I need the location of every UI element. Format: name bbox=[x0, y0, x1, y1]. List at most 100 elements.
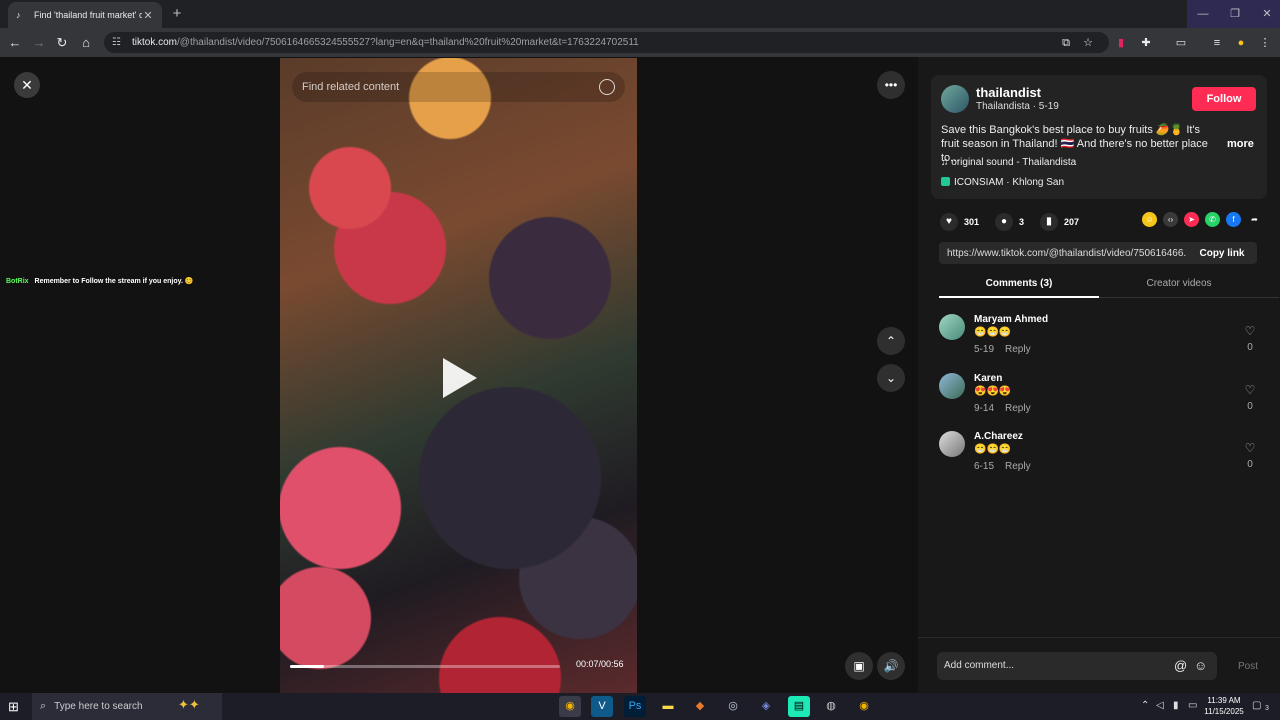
forward-button[interactable]: → bbox=[29, 33, 49, 53]
tab-comments[interactable]: Comments (3) bbox=[939, 278, 1099, 289]
video-player[interactable]: Find related content 00:07/00:56 bbox=[280, 58, 637, 693]
author-username[interactable]: thailandist bbox=[976, 85, 1041, 100]
overlay-brand: BotRix bbox=[6, 278, 29, 285]
search-icon: ⌕ bbox=[40, 700, 47, 712]
comment-date: 6-15 bbox=[974, 461, 995, 472]
discord-taskbar-icon[interactable]: ◈ bbox=[755, 696, 777, 717]
sound-link[interactable]: ♫ original sound - Thailandista bbox=[941, 157, 1076, 168]
comment-like-count: 0 bbox=[1247, 342, 1253, 353]
embed-icon[interactable]: ‹› bbox=[1163, 212, 1178, 227]
file-explorer-taskbar-icon[interactable]: ▬ bbox=[657, 696, 679, 717]
heart-outline-icon[interactable]: ♡ bbox=[1242, 441, 1258, 455]
back-button[interactable]: ← bbox=[5, 33, 25, 53]
save-button[interactable]: ▮ 207 bbox=[1040, 213, 1079, 231]
related-search-placeholder: Find related content bbox=[302, 81, 400, 93]
reply-button[interactable]: Reply bbox=[1005, 403, 1031, 414]
extension-icon[interactable]: ▮ bbox=[1112, 34, 1130, 52]
menu-kebab-icon[interactable]: ⋮ bbox=[1256, 34, 1274, 52]
tab-close-icon[interactable]: ✕ bbox=[142, 9, 154, 22]
like-button[interactable]: ♥ 301 bbox=[940, 213, 979, 231]
video-progress-bar[interactable] bbox=[290, 665, 560, 668]
more-options-button[interactable]: ••• bbox=[877, 71, 905, 99]
avatar[interactable] bbox=[939, 373, 965, 399]
author-subtitle: Thailandista · 5-19 bbox=[976, 101, 1059, 112]
comment-author[interactable]: Karen bbox=[974, 373, 1002, 384]
details-panel: thailandist Thailandista · 5-19 Follow S… bbox=[918, 57, 1280, 693]
cast-icon[interactable]: ▭ bbox=[1172, 34, 1190, 52]
window-restore-button[interactable]: ❐ bbox=[1219, 0, 1251, 28]
previous-video-button[interactable]: ⌃ bbox=[877, 327, 905, 355]
mic-tray-icon[interactable]: ▮ bbox=[1173, 700, 1179, 711]
engagement-stats: ♥ 301 ● 3 ▮ 207 bbox=[940, 212, 1095, 232]
next-video-button[interactable]: ⌄ bbox=[877, 364, 905, 392]
chrome-taskbar-icon[interactable]: ◉ bbox=[853, 696, 875, 717]
share-arrow-icon[interactable]: ➦ bbox=[1247, 212, 1262, 227]
copy-link-button[interactable]: Copy link bbox=[1187, 248, 1257, 259]
tab-creator-videos[interactable]: Creator videos bbox=[1099, 278, 1259, 289]
home-button[interactable]: ⌂ bbox=[76, 33, 96, 53]
taskbar-clock[interactable]: 11:39 AM 11/15/2025 bbox=[1200, 695, 1248, 717]
site-info-icon[interactable]: ☷ bbox=[112, 37, 126, 48]
browser-tab[interactable]: ♪ Find 'thailand fruit market' on T ✕ bbox=[8, 2, 162, 28]
add-comment-placeholder: Add comment... bbox=[944, 660, 1015, 671]
emoji-icon[interactable]: ☺ bbox=[1194, 652, 1207, 680]
avatar[interactable] bbox=[939, 314, 965, 340]
reading-list-icon[interactable]: ≡ bbox=[1208, 34, 1226, 52]
bookmark-star-icon[interactable]: ☆ bbox=[1079, 34, 1097, 52]
app-taskbar-icon[interactable]: ◍ bbox=[820, 696, 842, 717]
location-name: ICONSIAM · Khlong San bbox=[954, 177, 1065, 188]
photoshop-taskbar-icon[interactable]: Ps bbox=[624, 696, 646, 717]
volume-button[interactable]: 🔊 bbox=[877, 652, 905, 680]
play-icon[interactable] bbox=[443, 358, 477, 398]
add-comment-input[interactable]: Add comment... @ ☺ bbox=[937, 652, 1217, 680]
comment-icon: ● bbox=[995, 213, 1014, 231]
location-link[interactable]: ICONSIAM · Khlong San bbox=[941, 177, 1064, 188]
window-close-button[interactable]: ✕ bbox=[1251, 0, 1280, 28]
whatsapp-icon[interactable]: ✆ bbox=[1205, 212, 1220, 227]
windows-start-icon[interactable]: ⊞ bbox=[8, 699, 19, 715]
comment-author[interactable]: A.Chareez bbox=[974, 431, 1023, 442]
install-app-icon[interactable]: ⧉ bbox=[1057, 34, 1075, 52]
profile-avatar-icon[interactable]: ● bbox=[1232, 34, 1250, 52]
reply-button[interactable]: Reply bbox=[1005, 461, 1031, 472]
heart-outline-icon[interactable]: ♡ bbox=[1242, 383, 1258, 397]
new-tab-button[interactable]: + bbox=[168, 5, 186, 23]
tiktok-video-page: ✕ BotRix Remember to Follow the stream i… bbox=[0, 57, 1280, 693]
like-count: 301 bbox=[964, 217, 980, 227]
steam-taskbar-icon[interactable]: ◎ bbox=[722, 696, 744, 717]
tray-chevron-icon[interactable]: ⌃ bbox=[1141, 700, 1149, 711]
follow-button[interactable]: Follow bbox=[1192, 87, 1256, 111]
related-search-bar[interactable]: Find related content bbox=[292, 72, 625, 102]
comment-item: A.Chareez 😁😁😁 6-15 Reply ♡ 0 bbox=[939, 431, 1269, 481]
app-taskbar-icon[interactable]: ◆ bbox=[689, 696, 711, 717]
notification-icon[interactable]: ▢ bbox=[1252, 700, 1261, 711]
facebook-icon[interactable]: f bbox=[1226, 212, 1241, 227]
send-icon[interactable]: ➤ bbox=[1184, 212, 1199, 227]
comment-author[interactable]: Maryam Ahmed bbox=[974, 314, 1048, 325]
volume-tray-icon[interactable]: ◁ bbox=[1156, 700, 1164, 711]
more-link[interactable]: more bbox=[1227, 138, 1254, 150]
copilot-sparkle-icon[interactable]: ✦✦ bbox=[178, 697, 200, 713]
extensions-puzzle-icon[interactable]: ✚ bbox=[1137, 34, 1155, 52]
search-icon[interactable] bbox=[599, 79, 615, 95]
network-tray-icon[interactable]: ▭ bbox=[1188, 700, 1197, 711]
comment-item: Maryam Ahmed 😁😁😁 5-19 Reply ♡ 0 bbox=[939, 314, 1269, 364]
avatar[interactable] bbox=[939, 431, 965, 457]
reload-button[interactable]: ↻ bbox=[52, 33, 72, 53]
heart-outline-icon[interactable]: ♡ bbox=[1242, 324, 1258, 338]
mention-icon[interactable]: @ bbox=[1174, 652, 1187, 680]
save-count: 207 bbox=[1064, 217, 1080, 227]
address-bar[interactable]: ☷ tiktok.com /@thailandist/video/7506164… bbox=[104, 32, 1109, 53]
comment-like-count: 0 bbox=[1247, 459, 1253, 470]
comment-button[interactable]: ● 3 bbox=[995, 213, 1024, 231]
app-taskbar-icon[interactable]: ▤ bbox=[788, 696, 810, 717]
reply-button[interactable]: Reply bbox=[1005, 344, 1031, 355]
post-comment-button[interactable]: Post bbox=[1238, 661, 1258, 672]
avatar[interactable] bbox=[941, 85, 969, 113]
close-video-button[interactable]: ✕ bbox=[14, 72, 40, 98]
chrome-taskbar-icon[interactable]: ◉ bbox=[559, 696, 581, 717]
repost-icon[interactable]: ☺ bbox=[1142, 212, 1157, 227]
miniplayer-button[interactable]: ▣ bbox=[845, 652, 873, 680]
vscode-taskbar-icon[interactable]: V bbox=[591, 696, 613, 717]
window-minimize-button[interactable]: — bbox=[1187, 0, 1219, 28]
